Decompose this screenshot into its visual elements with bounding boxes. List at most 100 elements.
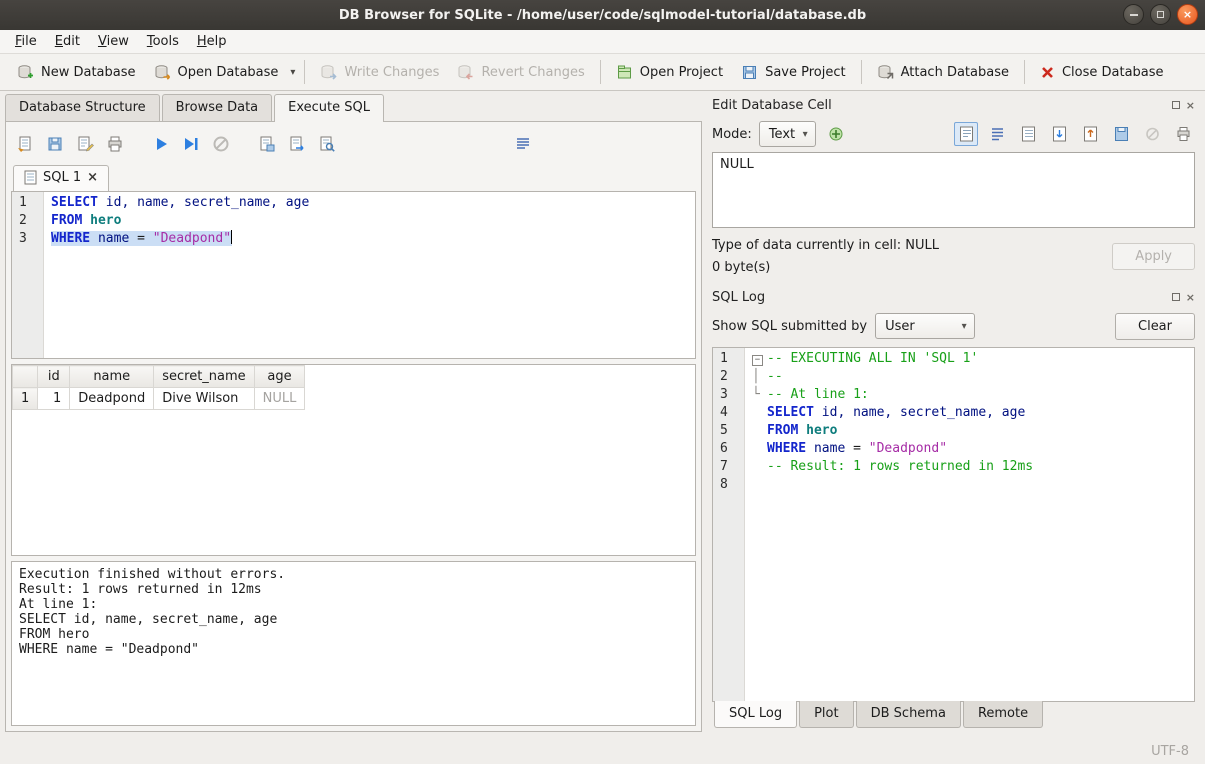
- find-replace-button[interactable]: [315, 132, 339, 156]
- print-button[interactable]: [103, 132, 127, 156]
- encoding-indicator[interactable]: UTF-8: [1151, 744, 1189, 759]
- titlebar[interactable]: DB Browser for SQLite - /home/user/code/…: [0, 0, 1205, 30]
- sql-editor-text[interactable]: SELECT id, name, secret_name, ageFROM he…: [44, 192, 695, 358]
- toolbar-separator: [861, 60, 862, 84]
- panel-tab-sql-log[interactable]: SQL Log: [714, 701, 797, 728]
- clear-button[interactable]: Clear: [1115, 313, 1195, 340]
- tab-execute-sql[interactable]: Execute SQL: [274, 94, 384, 122]
- menu-file[interactable]: File: [6, 31, 46, 52]
- column-header-id[interactable]: id: [38, 366, 70, 388]
- cell-id[interactable]: 1: [38, 388, 70, 410]
- sql-editor-tab[interactable]: SQL 1 ×: [13, 165, 109, 191]
- panel-tab-db-schema[interactable]: DB Schema: [856, 701, 961, 728]
- save-sql-file-button[interactable]: [43, 132, 67, 156]
- stop-button: [209, 132, 233, 156]
- fold-marker-icon: [752, 386, 767, 404]
- code-line: -- At line 1:: [745, 386, 1194, 404]
- line-number: 1: [720, 350, 740, 368]
- code-token: -- At line 1:: [767, 387, 869, 402]
- code-token: "Deadpond": [869, 441, 947, 456]
- copy-cell-button[interactable]: [1016, 122, 1040, 146]
- import-text-button[interactable]: [823, 121, 849, 147]
- results-header-row: id name secret_name age: [13, 366, 305, 388]
- dock-float-icon[interactable]: [1172, 101, 1180, 109]
- mode-combobox[interactable]: Text ▾: [759, 121, 816, 147]
- open-sql-file-button[interactable]: [13, 132, 37, 156]
- toolbar-separator: [304, 60, 305, 84]
- close-database-icon: [1040, 65, 1055, 80]
- format-sql-button[interactable]: [511, 132, 535, 156]
- dock-close-icon[interactable]: ×: [1186, 100, 1195, 111]
- code-token: --: [767, 369, 783, 384]
- open-sql-file-icon: [16, 135, 34, 153]
- minimize-button[interactable]: [1123, 4, 1144, 25]
- dock-close-icon[interactable]: ×: [1186, 292, 1195, 303]
- panel-tab-bar: SQL Log Plot DB Schema Remote: [712, 702, 1195, 732]
- new-database-button[interactable]: New Database: [8, 58, 145, 87]
- print-cell-button[interactable]: [1171, 122, 1195, 146]
- revert-changes-button: Revert Changes: [448, 58, 593, 87]
- word-wrap-button[interactable]: [985, 122, 1009, 146]
- save-cell-button[interactable]: [1109, 122, 1133, 146]
- code-token: WHERE: [767, 441, 806, 456]
- column-header-age[interactable]: age: [254, 366, 305, 388]
- save-project-button[interactable]: Save Project: [732, 58, 855, 87]
- code-token: hero: [90, 213, 121, 228]
- right-pane: Edit Database Cell × Mode: Text ▾: [702, 91, 1205, 738]
- execute-current-line-button[interactable]: [179, 132, 203, 156]
- save-as-button[interactable]: [73, 132, 97, 156]
- sql-editor[interactable]: 123 SELECT id, name, secret_name, ageFRO…: [11, 191, 696, 359]
- fold-marker-icon[interactable]: [752, 350, 767, 368]
- sql-editor-tab-bar: SQL 1 ×: [11, 161, 696, 191]
- close-database-button[interactable]: Close Database: [1031, 59, 1173, 86]
- cell-secret-name[interactable]: Dive Wilson: [154, 388, 254, 410]
- panel-tab-plot[interactable]: Plot: [799, 701, 854, 728]
- export-file-button[interactable]: [1078, 122, 1102, 146]
- panel-tab-remote[interactable]: Remote: [963, 701, 1043, 728]
- tab-close-icon[interactable]: ×: [87, 170, 98, 185]
- row-header[interactable]: 1: [13, 388, 38, 410]
- menu-help[interactable]: Help: [188, 31, 236, 52]
- table-row[interactable]: 1 1 Deadpond Dive Wilson NULL: [13, 388, 305, 410]
- cell-value-editor[interactable]: NULL: [712, 152, 1195, 228]
- submitter-combobox[interactable]: User ▾: [875, 313, 975, 339]
- sql-log-view[interactable]: 12345678 -- EXECUTING ALL IN 'SQL 1'----…: [712, 347, 1195, 702]
- code-token: "Deadpond": [153, 231, 231, 246]
- column-header-secret-name[interactable]: secret_name: [154, 366, 254, 388]
- menu-view[interactable]: View: [89, 31, 138, 52]
- text-view-button[interactable]: [954, 122, 978, 146]
- open-project-button[interactable]: Open Project: [607, 58, 732, 87]
- cell-name[interactable]: Deadpond: [70, 388, 154, 410]
- sql-toolbar: [11, 127, 696, 161]
- close-button[interactable]: ×: [1177, 4, 1198, 25]
- tab-database-structure[interactable]: Database Structure: [5, 94, 160, 121]
- menu-tools[interactable]: Tools: [138, 31, 188, 52]
- save-project-icon: [741, 64, 758, 81]
- open-database-dropdown[interactable]: ▾: [287, 61, 298, 84]
- import-file-button[interactable]: [1047, 122, 1071, 146]
- write-changes-button: Write Changes: [311, 58, 448, 87]
- open-database-button[interactable]: Open Database: [145, 58, 288, 87]
- save-cell-icon: [1114, 126, 1129, 142]
- cell-size-info: 0 byte(s): [712, 260, 1112, 275]
- tab-browse-data[interactable]: Browse Data: [162, 94, 273, 121]
- column-header-name[interactable]: name: [70, 366, 154, 388]
- results-table[interactable]: id name secret_name age 1 1 Deadpond: [12, 365, 305, 410]
- dock-float-icon[interactable]: [1172, 293, 1180, 301]
- close-icon: ×: [1183, 8, 1192, 21]
- code-token: =: [853, 441, 869, 456]
- results-area: id name secret_name age 1 1 Deadpond: [11, 364, 696, 556]
- attach-database-button[interactable]: Attach Database: [868, 58, 1018, 87]
- new-tab-button[interactable]: [255, 132, 279, 156]
- execute-all-button[interactable]: [149, 132, 173, 156]
- text-caret: [231, 230, 232, 244]
- line-number: 6: [720, 440, 740, 458]
- maximize-button[interactable]: [1150, 4, 1171, 25]
- code-token: SELECT: [767, 405, 814, 420]
- cell-age[interactable]: NULL: [254, 388, 305, 410]
- submitter-value: User: [885, 319, 915, 334]
- line-number: 7: [720, 458, 740, 476]
- menu-edit[interactable]: Edit: [46, 31, 89, 52]
- window-title: DB Browser for SQLite - /home/user/code/…: [339, 8, 866, 23]
- open-in-tab-button[interactable]: [285, 132, 309, 156]
